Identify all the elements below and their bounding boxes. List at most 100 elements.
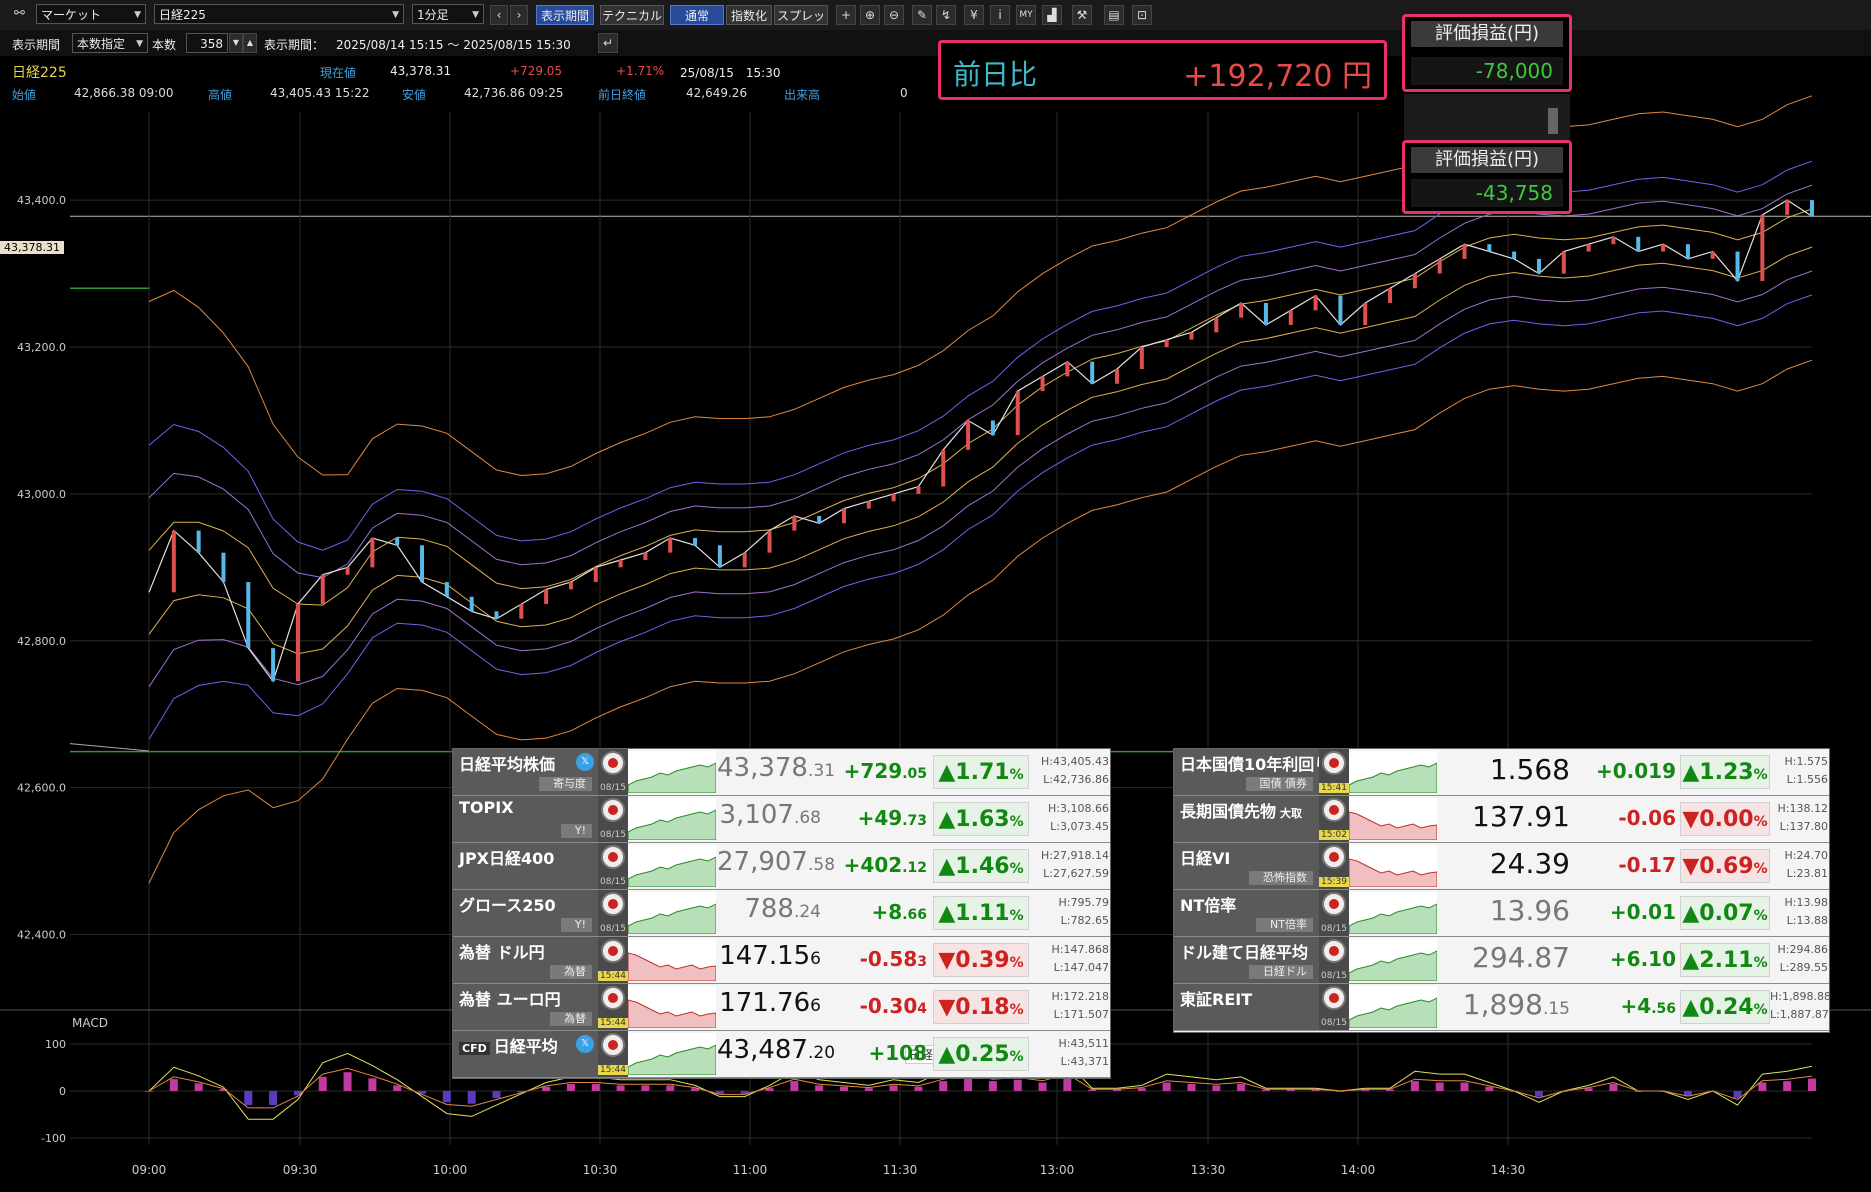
sparkline-area — [1349, 950, 1437, 981]
market-low: L:171.507 — [1053, 1008, 1109, 1021]
market-row[interactable]: グロース250 Y! 08/15 788.24 +8.66 ▲1.11% H:795.79 L… — [453, 890, 1110, 937]
x-badge-icon[interactable]: 𝕏 — [576, 1035, 594, 1053]
market-row[interactable]: NT倍率 NT倍率 08/15 13.96 +0.01 ▲0.07% H:13.98 L:13… — [1174, 890, 1829, 937]
macd-bar — [169, 1079, 178, 1091]
market-pct-main: ▼0.18 — [938, 995, 1010, 1020]
price-candle — [469, 596, 474, 612]
market-name-cell: 日本国債10年利回り 国債 債券 — [1174, 749, 1330, 795]
market-name-text: 日経平均株価 — [459, 755, 556, 774]
market-change-pct: ▼0.18% — [933, 990, 1029, 1024]
price-candle — [1785, 200, 1790, 215]
market-row[interactable]: 為替 ユーロ円 為替 15:44 171.766 -0.304 ▼0.18% H:172.2… — [453, 984, 1110, 1031]
market-sub-link[interactable]: 国債 債券 — [1245, 777, 1313, 791]
price-candle — [544, 589, 549, 605]
market-date: 15:39 — [1319, 877, 1349, 887]
market-sub-link[interactable]: Y! — [560, 824, 592, 838]
drag-handle[interactable] — [1548, 108, 1558, 134]
market-sparkline[interactable] — [628, 1033, 716, 1075]
market-row[interactable]: CFD 日経平均 𝕏 15:44 43,487.20 日経比: +108 ▲0.25% H:43… — [453, 1031, 1110, 1078]
market-sub-link[interactable]: 為替 — [550, 965, 592, 979]
market-value-sub: .68 — [793, 808, 821, 828]
market-sparkline[interactable] — [1349, 939, 1437, 981]
price-candle — [693, 537, 698, 546]
market-change: +49.73 — [823, 806, 927, 830]
macd-tick-label: 100 — [45, 1038, 66, 1051]
market-high: H:1,898.88 — [1770, 990, 1831, 1003]
market-sparkline[interactable] — [1349, 751, 1437, 793]
y-tick-label: 42,400.0 — [17, 929, 66, 942]
sparkline-area — [628, 762, 716, 793]
market-date: 15:44 — [598, 971, 628, 981]
market-sub-link[interactable]: 寄与度 — [539, 777, 592, 791]
sparkline-chart — [628, 856, 716, 887]
market-value-main: 1,898 — [1462, 988, 1543, 1021]
market-sparkline[interactable] — [628, 845, 716, 887]
market-sparkline[interactable] — [628, 892, 716, 934]
market-flag-cell: 15:02 — [1319, 796, 1349, 842]
price-candle — [891, 493, 896, 502]
price-candle — [1437, 258, 1442, 274]
market-sparkline[interactable] — [1349, 892, 1437, 934]
market-table-right: 日本国債10年利回り 国債 債券 15:41 1.568 +0.019 ▲1.23% H:1… — [1173, 748, 1831, 1033]
macd-bar — [1212, 1085, 1221, 1091]
market-sub-link[interactable]: 日経ドル — [1249, 965, 1313, 979]
market-change-main: +108 — [868, 1041, 927, 1065]
market-row[interactable]: 日本国債10年利回り 国債 債券 15:41 1.568 +0.019 ▲1.23% H:1… — [1174, 749, 1829, 796]
x-axis-ticks: 09:00 09:30 10:00 10:30 11:00 11:30 13:00 13:30… — [132, 1163, 1526, 1177]
market-value-main: 137.91 — [1472, 800, 1570, 833]
sparkline-chart — [1349, 858, 1437, 887]
market-pct-main: ▲1.46 — [938, 854, 1010, 879]
market-flag-cell: 08/15 — [598, 843, 628, 889]
market-sparkline[interactable] — [628, 798, 716, 840]
market-sparkline[interactable] — [628, 751, 716, 793]
price-candle — [668, 537, 673, 553]
market-change: +6.10 — [1574, 947, 1676, 971]
market-sparkline[interactable] — [1349, 986, 1437, 1028]
market-date: 08/15 — [600, 877, 626, 887]
macd-bar — [1237, 1083, 1246, 1091]
market-sub-link[interactable]: 為替 — [550, 1012, 592, 1026]
flag-icon — [1322, 751, 1346, 775]
macd-bar — [641, 1085, 650, 1091]
market-name: 為替 ユーロ円 — [459, 986, 561, 1010]
market-name: NT倍率 — [1180, 892, 1236, 916]
market-pct-unit: % — [1009, 955, 1024, 971]
market-sparkline[interactable] — [1349, 845, 1437, 887]
market-sub-link[interactable]: 恐怖指数 — [1249, 871, 1313, 885]
flag-icon — [601, 845, 625, 869]
market-high: H:795.79 — [1058, 896, 1109, 909]
market-row[interactable]: 日経平均株価 𝕏 寄与度 08/15 43,378.31 +729.05 ▲1.71% H:4… — [453, 749, 1110, 796]
market-sub-link[interactable]: Y! — [560, 918, 592, 932]
market-pct-unit: % — [1753, 955, 1768, 971]
x-badge-icon[interactable]: 𝕏 — [576, 753, 594, 771]
market-high: H:172.218 — [1051, 990, 1109, 1003]
market-high: H:13.98 — [1784, 896, 1828, 909]
market-change-pct: ▼0.69% — [1680, 849, 1770, 883]
market-name-text: ドル建て日経平均 — [1180, 943, 1309, 962]
market-row[interactable]: TOPIX Y! 08/15 3,107.68 +49.73 ▲1.63% H:3,108.… — [453, 796, 1110, 843]
sparkline-area — [1349, 762, 1437, 793]
market-change: +0.019 — [1574, 759, 1676, 783]
market-row[interactable]: 東証REIT 08/15 1,898.15 +4.56 ▲0.24% H:1,898.88… — [1174, 984, 1831, 1031]
market-sub-link[interactable]: NT倍率 — [1256, 918, 1313, 932]
market-change-sub: 3 — [917, 954, 927, 970]
price-candle — [1661, 244, 1666, 252]
market-row[interactable]: 日経VI 恐怖指数 15:39 24.39 -0.17 ▼0.69% H:24.70 L:23… — [1174, 843, 1829, 890]
sparkline-area — [1349, 903, 1437, 934]
price-candle — [395, 537, 400, 546]
market-sparkline[interactable] — [1349, 798, 1437, 840]
market-row[interactable]: 為替 ドル円 為替 15:44 147.156 -0.583 ▼0.39% H:147.86… — [453, 937, 1110, 984]
market-high-low: H:138.12 L:137.80 — [1770, 800, 1828, 836]
market-sparkline[interactable] — [628, 986, 716, 1028]
market-pct-main: ▲1.71 — [938, 760, 1010, 785]
band-lower — [148, 270, 1813, 688]
market-sparkline[interactable] — [628, 939, 716, 981]
market-row[interactable]: ドル建て日経平均 日経ドル 08/15 294.87 +6.10 ▲2.11% H:294.… — [1174, 937, 1829, 984]
market-date: 08/15 — [600, 924, 626, 934]
price-candle — [494, 611, 499, 619]
macd-bar — [790, 1081, 799, 1091]
market-row[interactable]: 長期国債先物 大取 15:02 137.91 -0.06 ▼0.00% H:138.12 L:… — [1174, 796, 1829, 843]
market-date: 15:44 — [598, 1065, 628, 1075]
market-row[interactable]: JPX日経400 08/15 27,907.58 +402.12 ▲1.46% H:27,… — [453, 843, 1110, 890]
macd-bar — [194, 1083, 203, 1091]
